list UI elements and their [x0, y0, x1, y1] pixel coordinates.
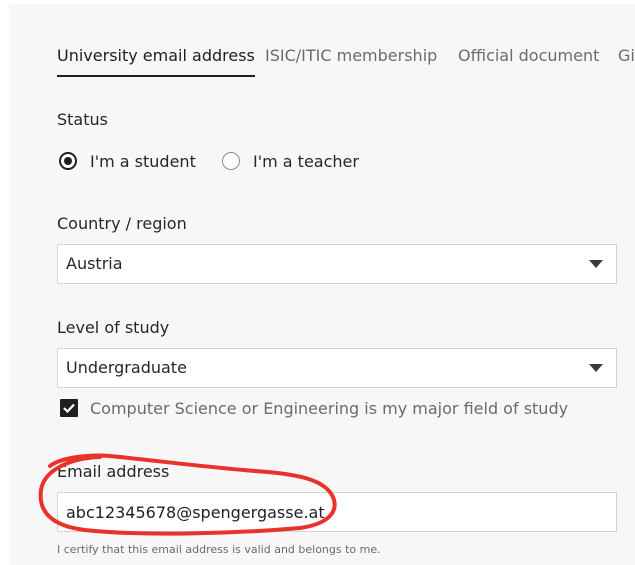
- email-address-input[interactable]: abc12345678@spengergasse.at: [57, 492, 617, 532]
- radio-unchecked-icon: [222, 152, 240, 170]
- level-of-study-value: Undergraduate: [66, 358, 187, 377]
- screenshot-frame: University email address ISIC/ITIC membe…: [0, 0, 635, 565]
- radio-checked-icon: [59, 152, 77, 170]
- tab-official-document[interactable]: Official document: [458, 45, 599, 75]
- country-region-label: Country / region: [57, 214, 187, 233]
- radio-student[interactable]: I'm a student: [59, 149, 196, 173]
- country-region-select[interactable]: Austria: [57, 244, 617, 284]
- tab-partially-visible[interactable]: Gi: [618, 45, 635, 75]
- email-address-label: Email address: [57, 462, 170, 481]
- email-address-value: abc12345678@spengergasse.at: [66, 503, 325, 522]
- level-of-study-label: Level of study: [57, 318, 170, 337]
- major-field-checkbox-label: Computer Science or Engineering is my ma…: [90, 398, 569, 418]
- radio-student-label: I'm a student: [90, 151, 196, 171]
- email-certification-hint: I certify that this email address is val…: [57, 543, 381, 556]
- chevron-down-icon: [589, 364, 603, 372]
- status-label: Status: [57, 110, 108, 129]
- tab-isic-itic-membership[interactable]: ISIC/ITIC membership: [265, 45, 437, 75]
- tab-university-email[interactable]: University email address: [57, 45, 255, 77]
- major-field-checkbox[interactable]: Computer Science or Engineering is my ma…: [60, 397, 568, 419]
- radio-teacher-label: I'm a teacher: [253, 151, 359, 171]
- checkmark-icon: [60, 399, 78, 417]
- radio-teacher[interactable]: I'm a teacher: [222, 149, 359, 173]
- level-of-study-select[interactable]: Undergraduate: [57, 348, 617, 388]
- country-region-value: Austria: [66, 254, 123, 273]
- chevron-down-icon: [589, 260, 603, 268]
